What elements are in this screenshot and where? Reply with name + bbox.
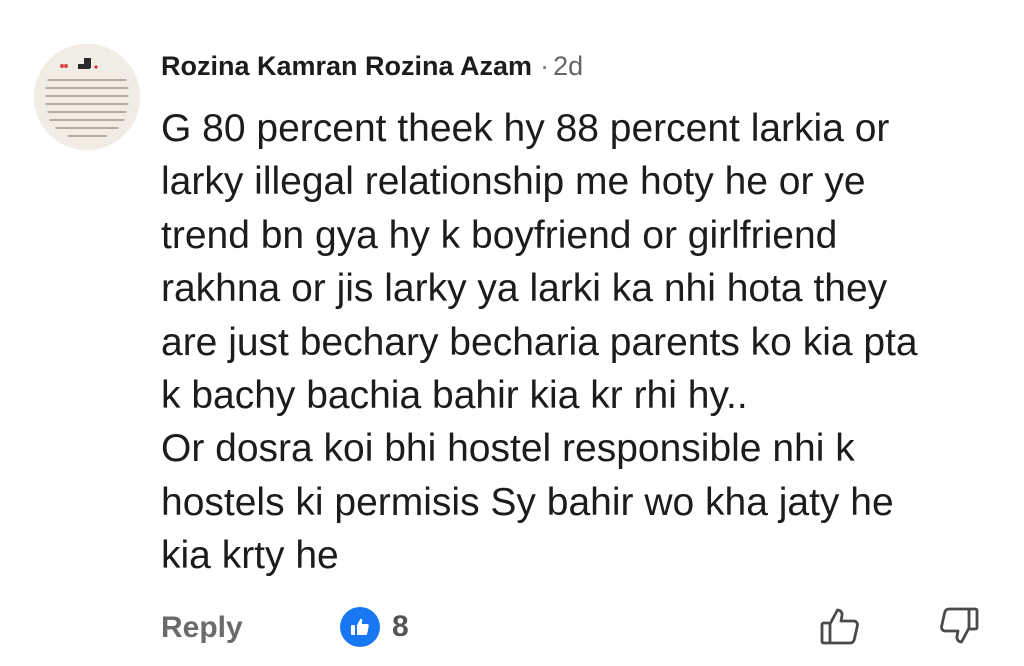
comment-actions: Reply 8	[0, 600, 1024, 656]
comment-line: G 80 percent theek hy 88 percent larkia …	[161, 107, 890, 150]
comment-header: Rozina Kamran Rozina Azam · 2d	[161, 48, 583, 84]
separator-dot: ·	[540, 51, 550, 81]
reaction-count: 8	[392, 610, 409, 643]
thumbs-up-outline-icon	[820, 608, 859, 645]
comment-line: larky illegal relationship me hoty he or…	[161, 160, 866, 204]
comment-line: trend bn gya hy k boyfriend or girlfrien…	[161, 213, 838, 257]
comment-line: hostels ki permisis Sy bahir wo kha jaty…	[161, 480, 894, 524]
like-button[interactable]	[818, 604, 862, 648]
thumbs-up-reaction-icon	[340, 607, 380, 647]
avatar[interactable]	[34, 44, 140, 150]
thumbs-down-outline-icon	[940, 607, 979, 644]
comment-timestamp[interactable]: 2d	[553, 51, 583, 81]
comment-line: Or dosra koi bhi hostel responsible nhi …	[161, 427, 855, 471]
reply-button[interactable]: Reply	[161, 608, 243, 648]
comment-line: rakhna or jis larky ya larki ka nhi hota…	[161, 267, 888, 311]
comment-line: k bachy bachia bahir kia kr rhi hy..	[161, 374, 748, 418]
dislike-button[interactable]	[937, 604, 981, 648]
comment-text: G 80 percent theek hy 88 percent larkia …	[161, 102, 1001, 583]
comment-line: are just bechary becharia parents ko kia…	[161, 320, 918, 364]
author-name[interactable]: Rozina Kamran Rozina Azam	[161, 51, 532, 81]
reaction-summary[interactable]: 8	[340, 606, 409, 648]
comment-line: kia krty he	[161, 534, 339, 578]
avatar-image	[34, 44, 140, 150]
